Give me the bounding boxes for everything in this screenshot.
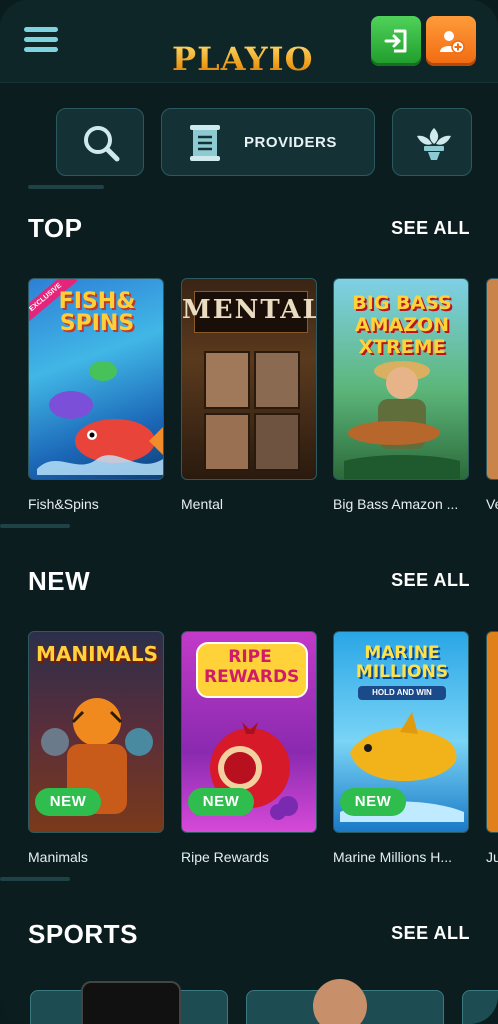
game-card-partial[interactable] xyxy=(486,631,498,833)
add-user-icon xyxy=(440,31,465,54)
game-card-mental[interactable]: MENTAL xyxy=(181,278,317,480)
see-all-top-link[interactable]: SEE ALL xyxy=(391,218,470,239)
register-button[interactable] xyxy=(426,16,476,66)
providers-label: PROVIDERS xyxy=(244,134,337,151)
game-name[interactable]: Ve xyxy=(486,496,498,512)
game-name[interactable]: Ripe Rewards xyxy=(181,849,269,865)
providers-button[interactable]: PROVIDERS xyxy=(161,108,375,176)
game-name[interactable]: Marine Millions H... xyxy=(333,849,452,865)
portrait-frame xyxy=(204,413,250,471)
new-scroll-indicator xyxy=(0,877,70,881)
game-name[interactable]: Manimals xyxy=(28,849,88,865)
scroll-icon xyxy=(190,125,220,161)
game-card-manimals[interactable]: MANIMALS NEW xyxy=(28,631,164,833)
game-card-ripe-rewards[interactable]: RIPE REWARDS NEW xyxy=(181,631,317,833)
new-badge: NEW xyxy=(340,788,406,816)
see-all-new-link[interactable]: SEE ALL xyxy=(391,570,470,591)
new-badge: NEW xyxy=(35,788,101,816)
game-art-title: MANIMALS xyxy=(35,642,159,666)
section-title-sports: SPORTS xyxy=(28,919,138,949)
top-scroll-indicator xyxy=(0,524,70,528)
app-frame: PLAYIO PROVIDERS TOP SEE ALL EXCLUSIVE F… xyxy=(0,0,498,1024)
phone-illustration xyxy=(81,981,181,1024)
search-button[interactable] xyxy=(56,108,144,176)
filter-row: PROVIDERS xyxy=(0,108,498,178)
game-art-subtitle: HOLD AND WIN xyxy=(358,686,446,700)
game-art-title: FISH& SPINS xyxy=(58,289,136,336)
section-title-top: TOP xyxy=(28,213,83,243)
fish-illustration xyxy=(37,361,163,475)
sports-card-partial[interactable] xyxy=(462,990,498,1024)
portrait-frame xyxy=(204,351,250,409)
fleur-icon xyxy=(417,128,451,160)
game-name[interactable]: Fish&Spins xyxy=(28,496,99,512)
game-card-marine-millions[interactable]: MARINE MILLIONS HOLD AND WIN NEW xyxy=(333,631,469,833)
game-card-partial[interactable] xyxy=(486,278,498,480)
game-art-title: BIG BASS AMAZON XTREME xyxy=(352,292,452,358)
more-categories-button[interactable] xyxy=(392,108,472,176)
game-card-big-bass-amazon[interactable]: BIG BASS AMAZON XTREME xyxy=(333,278,469,480)
game-card-fish-spins[interactable]: EXCLUSIVE FISH& SPINS xyxy=(28,278,164,480)
section-title-new: NEW xyxy=(28,566,91,596)
game-name[interactable]: Big Bass Amazon ... xyxy=(333,496,458,512)
see-all-sports-link[interactable]: SEE ALL xyxy=(391,923,470,944)
fisherman-illustration xyxy=(344,361,460,479)
hamburger-icon[interactable] xyxy=(24,27,60,53)
game-art-title: MENTAL xyxy=(182,295,317,325)
portrait-frame xyxy=(254,413,300,471)
search-icon xyxy=(84,126,120,162)
filter-scroll-indicator xyxy=(28,185,104,189)
login-icon xyxy=(384,29,407,53)
new-badge: NEW xyxy=(188,788,254,816)
game-art-title: MARINE MILLIONS xyxy=(355,643,449,682)
game-name[interactable]: Mental xyxy=(181,496,223,512)
portrait-frame xyxy=(254,351,300,409)
logo-text: PLAYIO xyxy=(172,40,314,78)
game-name[interactable]: Ju xyxy=(486,849,498,865)
player-illustration xyxy=(313,979,367,1024)
game-art-title: RIPE REWARDS xyxy=(204,647,300,687)
sports-card[interactable] xyxy=(246,979,444,1024)
top-header: PLAYIO xyxy=(0,0,498,83)
sports-card[interactable] xyxy=(30,981,228,1024)
login-button[interactable] xyxy=(371,16,421,66)
